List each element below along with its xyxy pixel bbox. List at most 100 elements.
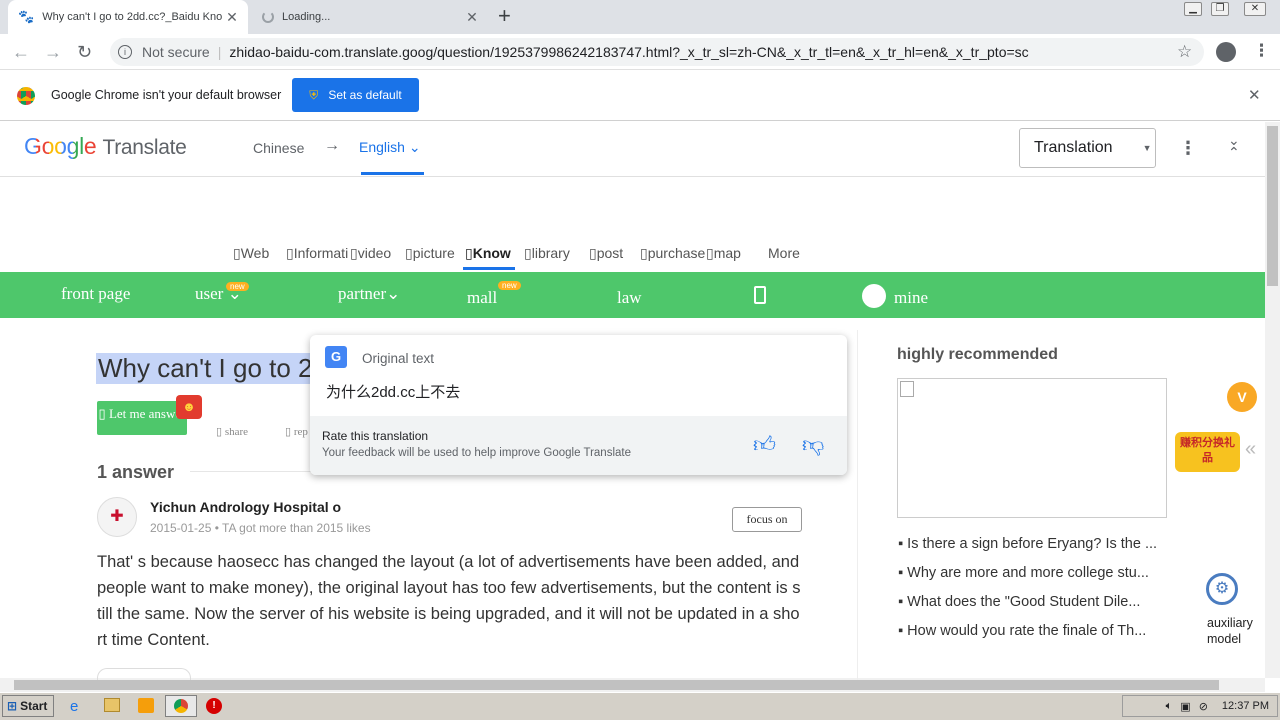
start-button[interactable]: ⊞ Start bbox=[2, 695, 54, 717]
media-player-icon[interactable] bbox=[138, 698, 154, 713]
nav-post[interactable]: ▯post bbox=[589, 245, 623, 262]
thumbs-down-icon[interactable]: 👎︎ bbox=[802, 431, 824, 458]
nav-purchase[interactable]: ▯purchase bbox=[640, 245, 705, 262]
address-bar[interactable]: i Not secure | zhidao-baidu-com.translat… bbox=[110, 38, 1204, 66]
tab-close-icon[interactable]: ✕ bbox=[224, 9, 240, 26]
mode-dropdown[interactable]: Translation ▼ bbox=[1019, 128, 1156, 168]
nav-mine[interactable]: mine bbox=[894, 288, 928, 308]
answer-button-label: Let me answer bbox=[108, 406, 186, 421]
nav-label: video bbox=[357, 245, 392, 261]
question-title: Why can't I go to 2 bbox=[96, 353, 315, 384]
profile-icon[interactable] bbox=[1216, 42, 1236, 62]
recommended-item[interactable]: ▪ Is there a sign before Eryang? Is the … bbox=[898, 536, 1168, 552]
recommended-item[interactable]: ▪ Why are more and more college stu... bbox=[898, 565, 1168, 581]
nav-map[interactable]: ▯map bbox=[706, 245, 741, 262]
auxiliary-mode-widget[interactable]: ⚙ auxiliary model bbox=[1196, 565, 1260, 647]
focus-on-button[interactable]: focus on bbox=[732, 507, 802, 532]
rate-subtitle: Your feedback will be used to help impro… bbox=[322, 447, 631, 459]
thumbs-up-icon[interactable]: 👍︎ bbox=[753, 431, 776, 458]
infobar-close-icon[interactable]: ✕ bbox=[1248, 86, 1261, 104]
infobar-message: Google Chrome isn't your default browser bbox=[51, 88, 282, 102]
folder-icon[interactable] bbox=[104, 698, 120, 712]
minimize-button[interactable]: ▁ bbox=[1184, 2, 1202, 16]
network-icon[interactable]: ▣ bbox=[1180, 700, 1190, 713]
horizontal-scrollbar[interactable] bbox=[0, 678, 1265, 692]
points-promo-widget[interactable]: V 赚积分换礼品 « bbox=[1175, 382, 1260, 477]
answer-action-button[interactable] bbox=[97, 668, 191, 680]
back-icon[interactable]: ← bbox=[12, 42, 30, 62]
tab-close-icon[interactable]: ✕ bbox=[464, 9, 480, 26]
nav-library[interactable]: ▯library bbox=[524, 245, 570, 262]
sidebar-title: highly recommended bbox=[897, 346, 1058, 363]
scroll-thumb[interactable] bbox=[14, 680, 1219, 690]
stop-icon[interactable]: ! bbox=[206, 698, 222, 714]
forward-icon[interactable]: → bbox=[44, 42, 62, 62]
recommended-item-label: Is there a sign before Eryang? Is the ..… bbox=[907, 536, 1158, 552]
start-label: Start bbox=[20, 699, 48, 713]
nav-label: Know bbox=[472, 245, 511, 261]
nav-front-page[interactable]: front page bbox=[61, 284, 130, 304]
share-label: share bbox=[224, 426, 249, 438]
chrome-icon bbox=[17, 87, 35, 105]
nav-law[interactable]: law bbox=[617, 288, 642, 308]
scroll-thumb[interactable] bbox=[1267, 126, 1278, 286]
divider: | bbox=[217, 44, 222, 60]
star-icon[interactable]: ☆ bbox=[1177, 42, 1192, 62]
more-options-icon[interactable]: ⋮ bbox=[1179, 138, 1197, 159]
recommended-item-label: How would you rate the finale of Th... bbox=[907, 623, 1147, 639]
avatar[interactable]: ✚ bbox=[97, 497, 137, 537]
target-language-label: English bbox=[359, 139, 405, 155]
nav-video[interactable]: ▯video bbox=[350, 245, 391, 262]
nav-mall[interactable]: mall bbox=[467, 288, 497, 308]
spinner-icon bbox=[262, 11, 274, 23]
close-window-button[interactable]: ✕ bbox=[1244, 2, 1266, 16]
rate-section: Rate this translation Your feedback will… bbox=[310, 416, 847, 475]
user-avatar-icon[interactable] bbox=[862, 284, 886, 308]
target-language[interactable]: English ⌄ bbox=[359, 139, 421, 156]
answer-button[interactable]: ▯ Let me answer bbox=[97, 401, 187, 435]
recommended-item[interactable]: ▪ What does the "Good Student Dile... bbox=[898, 594, 1168, 610]
volume-icon[interactable]: 🔈︎ bbox=[1166, 700, 1173, 713]
arrow-icon: → bbox=[324, 137, 340, 154]
mode-label: Translation bbox=[1034, 139, 1113, 156]
set-default-button[interactable]: ⛨ Set as default bbox=[292, 78, 419, 112]
google-translate-icon: G bbox=[325, 346, 347, 368]
menu-icon[interactable]: ⋮ bbox=[1253, 41, 1270, 61]
phone-icon[interactable] bbox=[754, 286, 766, 304]
vertical-scrollbar[interactable] bbox=[1265, 122, 1280, 678]
security-tray-icon[interactable]: ⊘ bbox=[1199, 700, 1208, 713]
original-text-popup: G Original text 为什么2dd.cc上不去 Rate this t… bbox=[310, 335, 847, 475]
reload-icon[interactable]: ↻ bbox=[77, 42, 92, 62]
nav-partner[interactable]: partner⌄ bbox=[338, 284, 400, 304]
tab-active[interactable]: 🐾 Why can't I go to 2dd.cc?_Baidu Kno ✕ bbox=[8, 0, 248, 34]
report-link[interactable]: ▯ rep bbox=[285, 425, 308, 438]
nav-web[interactable]: ▯Web bbox=[233, 245, 269, 262]
nav-picture[interactable]: ▯picture bbox=[405, 245, 455, 262]
collapse-icon[interactable]: ⌄ ⌃ bbox=[1228, 133, 1240, 159]
rate-title: Rate this translation bbox=[322, 429, 429, 443]
recommended-image[interactable] bbox=[897, 378, 1167, 518]
url-text[interactable]: zhidao-baidu-com.translate.goog/question… bbox=[229, 44, 1204, 60]
source-language[interactable]: Chinese bbox=[253, 140, 304, 156]
new-tab-button[interactable]: + bbox=[498, 4, 511, 28]
info-icon[interactable]: i bbox=[118, 45, 132, 59]
nav-label: map bbox=[713, 245, 741, 261]
chrome-taskbar-button[interactable] bbox=[165, 695, 197, 717]
nav-information[interactable]: ▯Informati bbox=[286, 245, 348, 262]
clock[interactable]: 12:37 PM bbox=[1222, 700, 1269, 712]
maximize-button[interactable]: ❐ bbox=[1211, 2, 1229, 16]
system-tray: 🔈︎ ▣ ⊘ 12:37 PM bbox=[1122, 695, 1278, 717]
v-badge-icon: V bbox=[1227, 382, 1257, 412]
ie-icon[interactable]: e bbox=[70, 698, 78, 715]
nav-know[interactable]: ▯Know bbox=[465, 245, 511, 262]
nav-label: post bbox=[596, 245, 624, 261]
recommended-item-label: What does the "Good Student Dile... bbox=[907, 594, 1141, 610]
author-name[interactable]: Yichun Andrology Hospital o bbox=[150, 499, 341, 515]
share-link[interactable]: ▯ share bbox=[216, 425, 248, 438]
nav-more[interactable]: More bbox=[768, 245, 800, 261]
recommended-item[interactable]: ▪ How would you rate the finale of Th... bbox=[898, 623, 1168, 639]
chevron-left-icon[interactable]: « bbox=[1245, 438, 1256, 461]
active-underline bbox=[361, 172, 424, 175]
tab-loading[interactable]: Loading... ✕ bbox=[256, 0, 488, 34]
security-label: Not secure bbox=[142, 44, 210, 60]
